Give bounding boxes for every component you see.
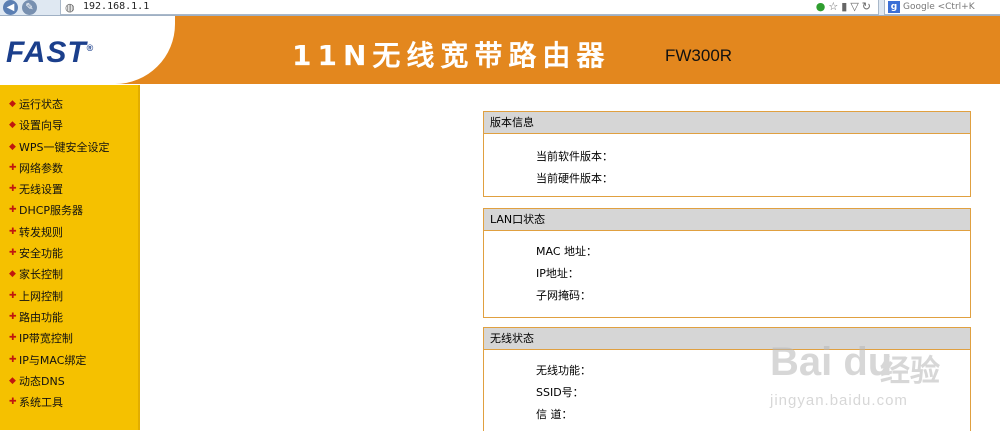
search-box[interactable]: g Google <Ctrl+K <box>884 0 1000 15</box>
dropdown-arrow-icon[interactable]: ▽ <box>850 0 861 13</box>
model-name: FW300R <box>665 46 733 65</box>
panel-title: 版本信息 <box>484 112 970 134</box>
hardware-version-row: 当前硬件版本： <box>484 168 970 190</box>
lan-status-panel: LAN口状态 MAC 地址： IP地址： 子网掩码： <box>483 208 971 318</box>
bullet-icon: ◆ <box>9 269 16 280</box>
plus-icon: ✚ <box>9 248 17 259</box>
wireless-function-row: 无线功能： <box>484 360 970 382</box>
plus-icon: ✚ <box>9 226 17 237</box>
address-tools: ●☆▮▽↻ <box>816 0 874 14</box>
sidebar-item-security[interactable]: ✚ 安全功能 <box>0 243 140 264</box>
ssid-label: SSID号： <box>536 386 584 399</box>
plus-icon: ✚ <box>9 290 17 301</box>
mac-row: MAC 地址： <box>484 241 970 263</box>
wireless-function-label: 无线功能： <box>536 364 591 377</box>
wireless-status-panel: 无线状态 无线功能： SSID号： 信 道： <box>483 327 971 431</box>
plus-icon: ✚ <box>9 205 17 216</box>
address-url: 192.168.1.1 <box>83 1 150 12</box>
hardware-version-label: 当前硬件版本： <box>536 172 613 185</box>
sidebar-item-ip-mac[interactable]: ✚ IP与MAC绑定 <box>0 350 140 371</box>
software-version-row: 当前软件版本： <box>484 146 970 168</box>
sidebar-item-access-control[interactable]: ✚ 上网控制 <box>0 286 140 307</box>
product-title: 11N无线宽带路由器 <box>292 39 611 72</box>
mobile-icon[interactable]: ▮ <box>841 0 850 13</box>
panel-title: 无线状态 <box>484 328 970 350</box>
bullet-icon: ◆ <box>9 375 16 386</box>
logo-area: FAST® <box>0 16 175 84</box>
back-icon[interactable]: ◀ <box>3 0 18 15</box>
globe-icon: ◍ <box>65 1 75 14</box>
subnet-mask-row: 子网掩码： <box>484 285 970 307</box>
panel-title: LAN口状态 <box>484 209 970 231</box>
sidebar-item-routing[interactable]: ✚ 路由功能 <box>0 307 140 328</box>
plus-icon: ✚ <box>9 311 17 322</box>
plus-icon: ✚ <box>9 397 17 408</box>
search-hint: Google <Ctrl+K <box>903 2 975 12</box>
sidebar: ◆ 运行状态 ◆ 设置向导 ◆ WPS一键安全设定 ✚ 网络参数 ✚ 无线设置 ✚ DHCP… <box>0 85 140 430</box>
tools-icon[interactable]: ✎ <box>22 0 37 15</box>
bullet-icon: ◆ <box>9 99 16 109</box>
go-icon[interactable]: ● <box>816 0 829 13</box>
header-banner: FAST® 11N无线宽带路由器 FW300R <box>0 16 1000 84</box>
bookmark-star-icon[interactable]: ☆ <box>828 0 841 13</box>
channel-label: 信 道： <box>536 408 573 421</box>
ssid-row: SSID号： <box>484 382 970 404</box>
sidebar-item-wps[interactable]: ◆ WPS一键安全设定 <box>0 137 140 158</box>
bullet-icon: ◆ <box>9 141 16 152</box>
ip-row: IP地址： <box>484 263 970 285</box>
sidebar-item-network[interactable]: ✚ 网络参数 <box>0 158 140 179</box>
plus-icon: ✚ <box>9 162 17 173</box>
mac-label: MAC 地址： <box>536 245 597 258</box>
sidebar-divider <box>138 85 140 430</box>
sidebar-item-bandwidth[interactable]: ✚ IP带宽控制 <box>0 328 140 349</box>
bullet-icon: ◆ <box>9 120 16 131</box>
google-icon: g <box>888 1 900 13</box>
channel-row: 信 道： <box>484 404 970 426</box>
browser-toolbar: ◀ ✎ ◍ 192.168.1.1 ●☆▮▽↻ g Google <Ctrl+K <box>0 0 1000 16</box>
fast-logo: FAST® <box>6 36 95 69</box>
sidebar-item-dhcp[interactable]: ✚ DHCP服务器 <box>0 200 140 221</box>
ip-label: IP地址： <box>536 267 579 280</box>
sidebar-item-parental[interactable]: ◆ 家长控制 <box>0 264 140 285</box>
plus-icon: ✚ <box>9 333 17 344</box>
sidebar-item-system-tools[interactable]: ✚ 系统工具 <box>0 392 140 413</box>
reload-icon[interactable]: ↻ <box>862 0 874 13</box>
sidebar-item-ddns[interactable]: ◆ 动态DNS <box>0 371 140 392</box>
address-bar[interactable]: ◍ 192.168.1.1 ●☆▮▽↻ <box>60 0 879 15</box>
version-info-panel: 版本信息 当前软件版本： 当前硬件版本： <box>483 111 971 197</box>
plus-icon: ✚ <box>9 184 17 195</box>
sidebar-item-status[interactable]: ◆ 运行状态 <box>0 94 140 115</box>
sidebar-item-wizard[interactable]: ◆ 设置向导 <box>0 115 140 136</box>
subnet-mask-label: 子网掩码： <box>536 289 591 302</box>
plus-icon: ✚ <box>9 354 17 365</box>
sidebar-item-wireless[interactable]: ✚ 无线设置 <box>0 179 140 200</box>
software-version-label: 当前软件版本： <box>536 150 613 163</box>
sidebar-item-forwarding[interactable]: ✚ 转发规则 <box>0 222 140 243</box>
